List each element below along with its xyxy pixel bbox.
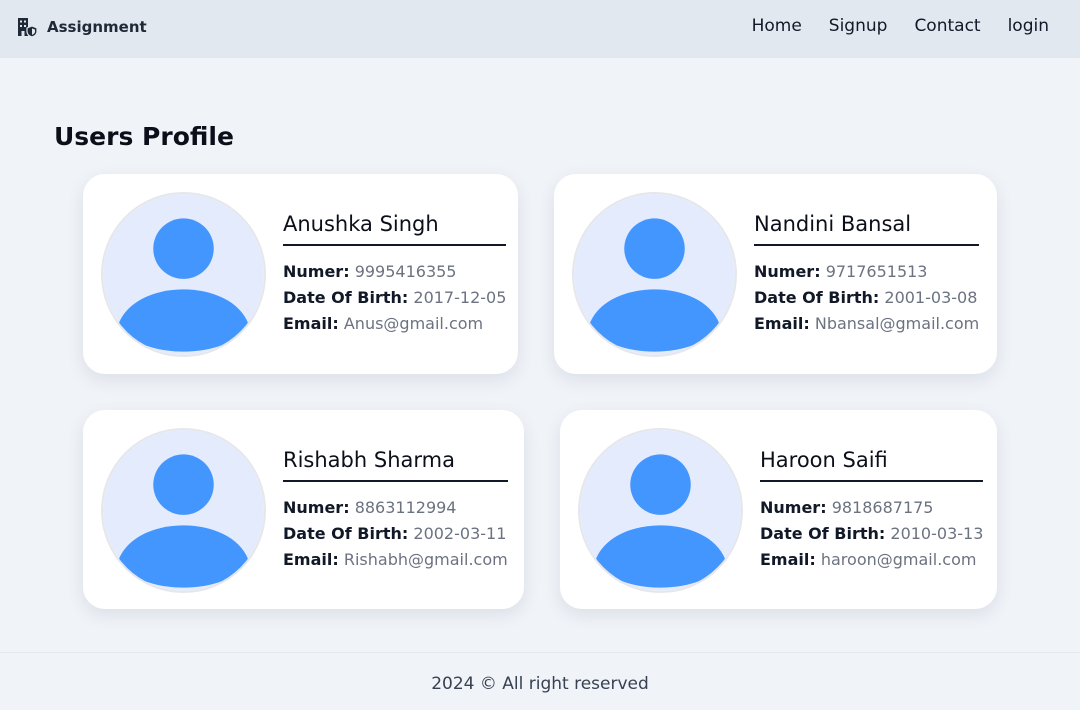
email-label: Email:: [283, 314, 339, 333]
email-label: Email:: [760, 550, 816, 569]
footer: 2024 © All right reserved: [0, 652, 1080, 710]
copyright-text: 2024 © All right reserved: [431, 674, 649, 694]
number-value: 9818687175: [831, 498, 934, 517]
navbar: Assignment Home Signup Contact login: [0, 0, 1080, 58]
dob-row: Date Of Birth: 2002-03-11: [283, 521, 508, 547]
user-info: Anushka Singh Numer: 9995416355 Date Of …: [283, 212, 507, 337]
nav-home[interactable]: Home: [752, 16, 802, 36]
user-card-haroon-saifi: Haroon Saifi Numer: 9818687175 Date Of B…: [560, 410, 997, 609]
dob-value: 2017-12-05: [413, 288, 507, 307]
dob-row: Date Of Birth: 2010-03-13: [760, 521, 983, 547]
user-name: Haroon Saifi: [760, 448, 984, 482]
dob-value: 2010-03-13: [890, 524, 984, 543]
email-label: Email:: [754, 314, 810, 333]
dob-row: Date Of Birth: 2017-12-05: [283, 285, 506, 311]
number-label: Numer:: [754, 262, 821, 281]
dob-label: Date Of Birth:: [283, 288, 409, 307]
user-name: Anushka Singh: [283, 212, 507, 246]
email-value: Rishabh@gmail.com: [343, 550, 508, 569]
brand-link[interactable]: Assignment: [17, 17, 147, 37]
dob-row: Date Of Birth: 2001-03-08: [754, 285, 979, 311]
number-label: Numer:: [283, 262, 350, 281]
number-row: Numer: 8863112994: [283, 495, 508, 521]
dob-label: Date Of Birth:: [283, 524, 409, 543]
user-name: Nandini Bansal: [754, 212, 980, 246]
user-info: Nandini Bansal Numer: 9717651513 Date Of…: [754, 212, 980, 337]
number-label: Numer:: [760, 498, 827, 517]
main-nav: Home Signup Contact login: [752, 16, 1049, 36]
user-avatar-icon: [572, 192, 737, 357]
nav-contact[interactable]: Contact: [914, 16, 980, 36]
number-label: Numer:: [283, 498, 350, 517]
nav-signup[interactable]: Signup: [829, 16, 888, 36]
email-row: Email: Rishabh@gmail.com: [283, 547, 508, 573]
user-name: Rishabh Sharma: [283, 448, 508, 482]
email-value: haroon@gmail.com: [820, 550, 977, 569]
number-value: 9717651513: [825, 262, 928, 281]
number-value: 9995416355: [354, 262, 457, 281]
user-info: Haroon Saifi Numer: 9818687175 Date Of B…: [760, 448, 984, 573]
email-value: Nbansal@gmail.com: [814, 314, 980, 333]
user-avatar-icon: [101, 192, 266, 357]
user-avatar-icon: [101, 428, 266, 593]
user-card-rishabh-sharma: Rishabh Sharma Numer: 8863112994 Date Of…: [83, 410, 524, 609]
email-value: Anus@gmail.com: [343, 314, 484, 333]
number-value: 8863112994: [354, 498, 457, 517]
user-card-nandini-bansal: Nandini Bansal Numer: 9717651513 Date Of…: [554, 174, 997, 374]
number-row: Numer: 9995416355: [283, 259, 506, 285]
brand-name: Assignment: [47, 18, 147, 36]
user-info: Rishabh Sharma Numer: 8863112994 Date Of…: [283, 448, 508, 573]
building-shield-icon: [18, 18, 38, 37]
email-row: Email: Nbansal@gmail.com: [754, 311, 979, 337]
dob-label: Date Of Birth:: [760, 524, 886, 543]
page-title: Users Profile: [54, 122, 234, 151]
user-card-anushka-singh: Anushka Singh Numer: 9995416355 Date Of …: [83, 174, 518, 374]
nav-login[interactable]: login: [1008, 16, 1049, 36]
dob-value: 2001-03-08: [884, 288, 978, 307]
number-row: Numer: 9818687175: [760, 495, 983, 521]
email-row: Email: Anus@gmail.com: [283, 311, 506, 337]
dob-label: Date Of Birth:: [754, 288, 880, 307]
number-row: Numer: 9717651513: [754, 259, 979, 285]
email-row: Email: haroon@gmail.com: [760, 547, 983, 573]
dob-value: 2002-03-11: [413, 524, 507, 543]
email-label: Email:: [283, 550, 339, 569]
user-avatar-icon: [578, 428, 743, 593]
